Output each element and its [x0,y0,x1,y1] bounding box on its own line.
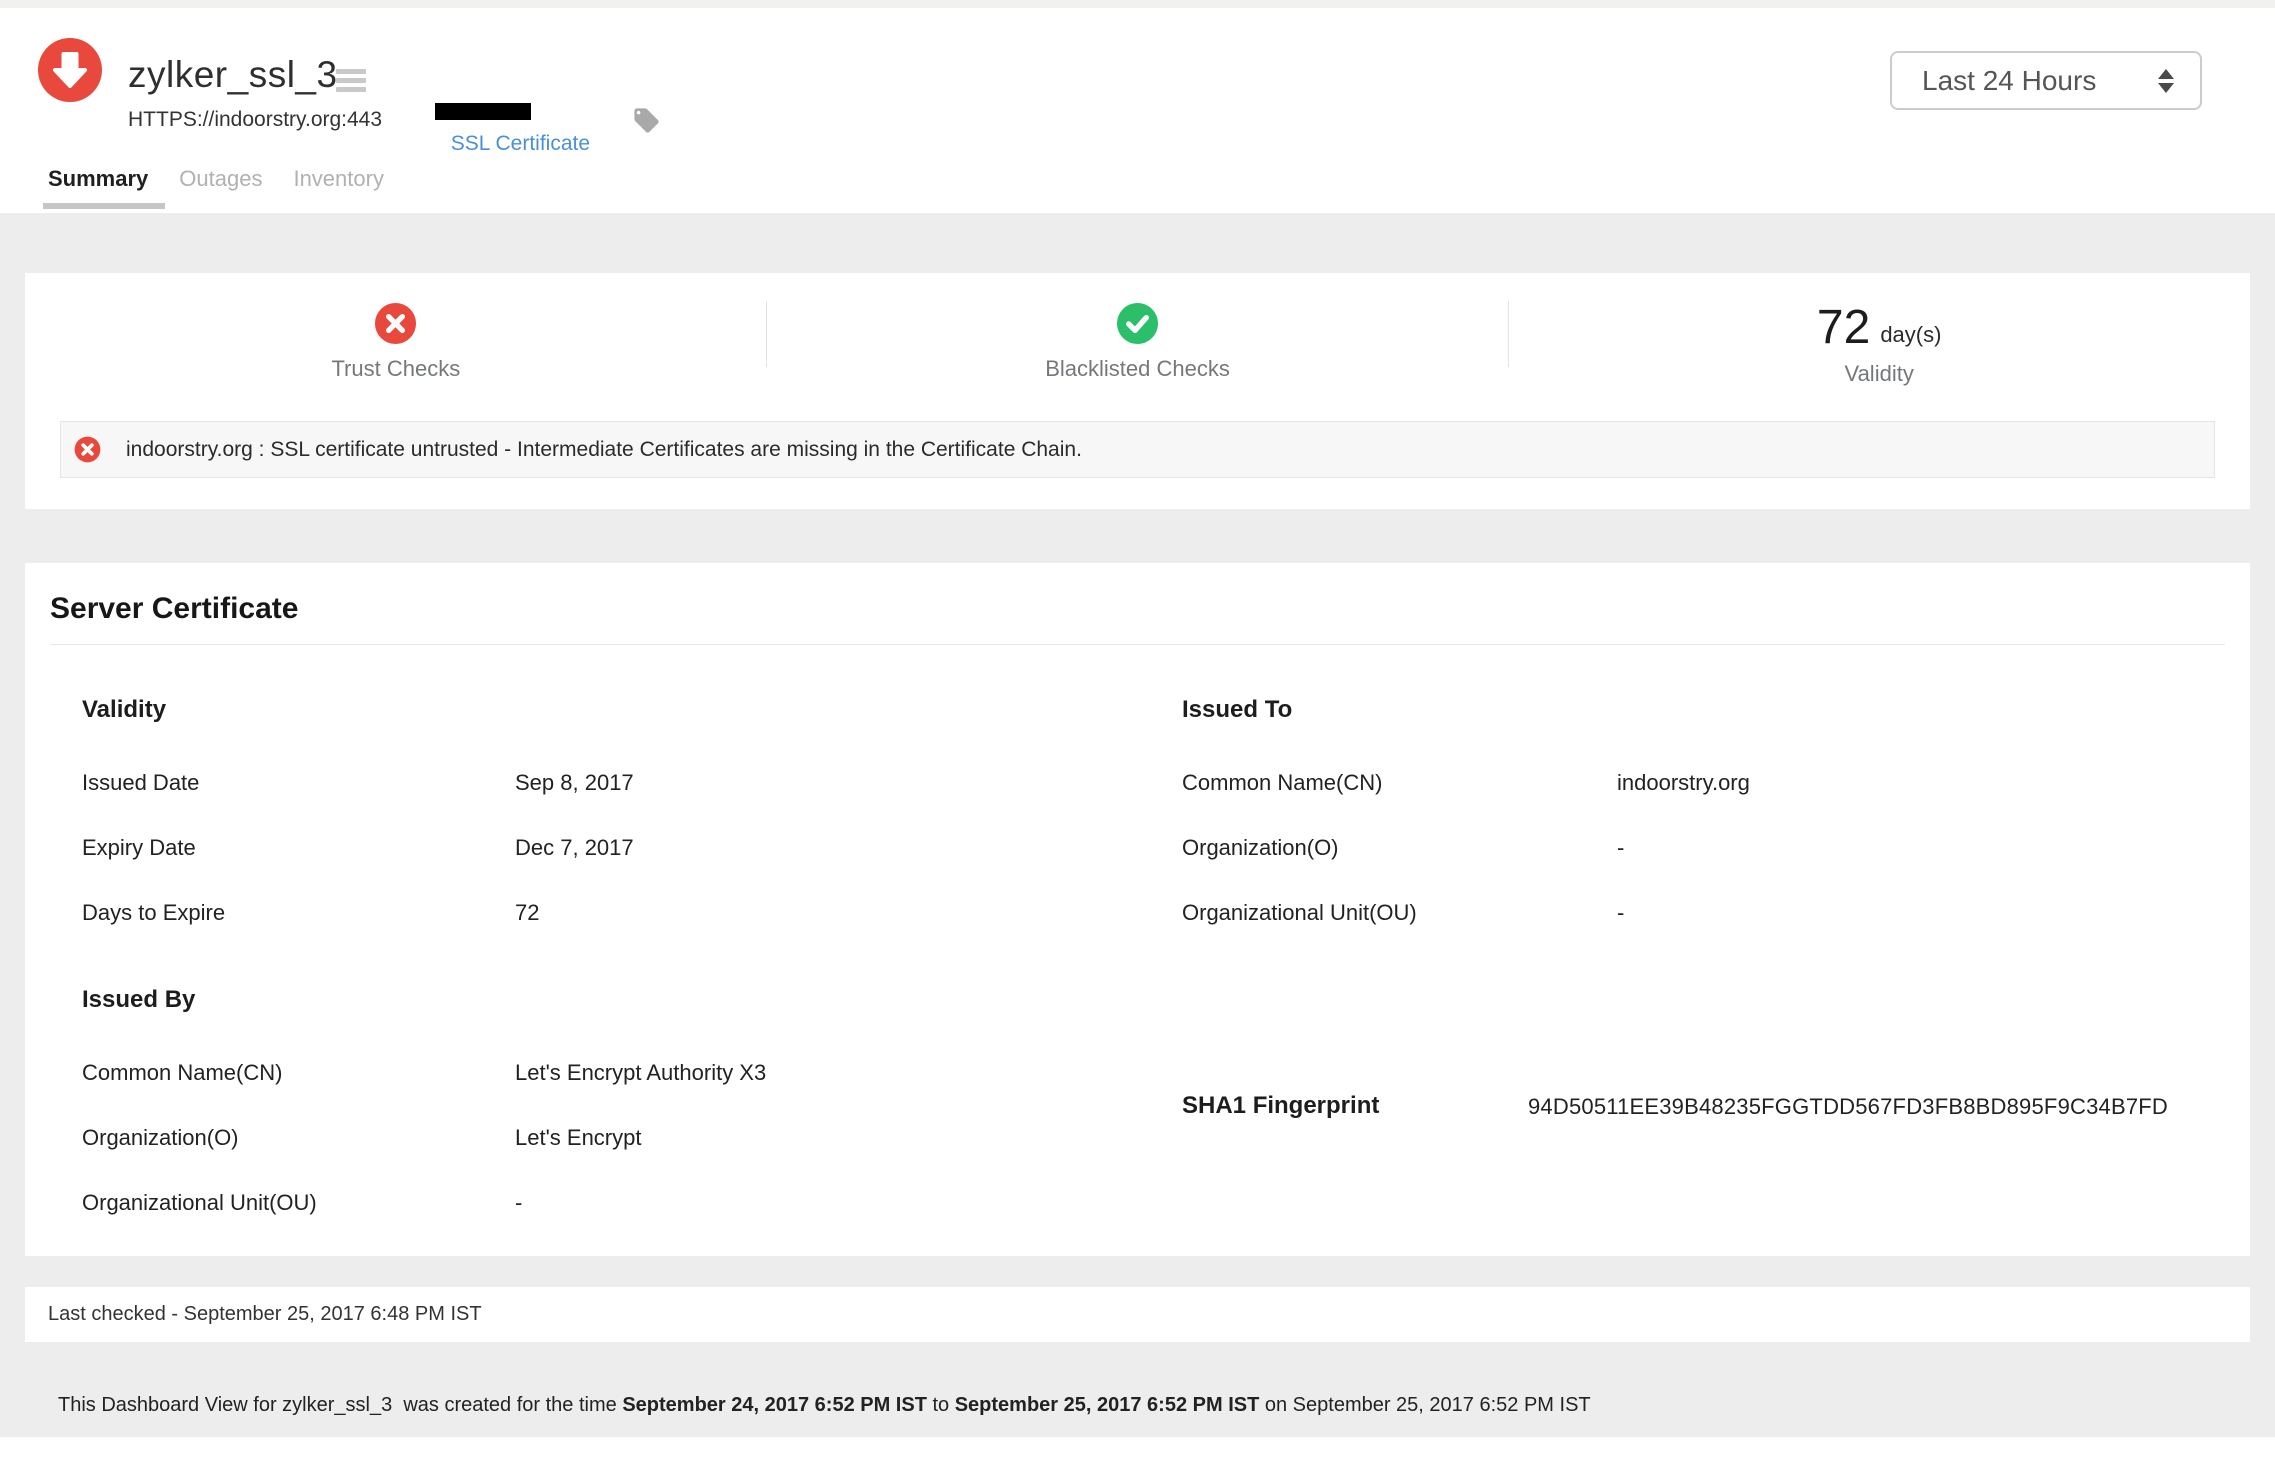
blacklisted-checks-block: Blacklisted Checks [767,273,1509,387]
tab-bar: Summary Outages Inventory [48,166,384,192]
time-range-value: Last 24 Hours [1922,64,2097,96]
sha1-fingerprint-row: SHA1 Fingerprint 94D50511EE39B48235FGGTD… [1182,1092,2168,1120]
column-divider [766,301,767,367]
sha1-value: 94D50511EE39B48235FGGTDD567FD3FB8BD895F9… [1528,1094,2168,1119]
validity-section-title: Validity [82,696,167,723]
monitor-type-link[interactable]: SSL Certificate [404,103,590,204]
trust-checks-label: Trust Checks [331,356,461,381]
status-overview-card: Trust Checks Blacklisted Checks 72 day(s… [25,273,2250,509]
cert-row-expiry-date: Expiry Date Dec 7, 2017 [82,835,634,860]
tag-icon[interactable] [632,106,661,135]
hamburger-menu-icon[interactable] [336,69,366,96]
issued-to-section-title: Issued To [1182,696,1293,723]
validity-days: 72 day(s) [1816,301,1942,354]
alert-message: indoorstry.org : SSL certificate untrust… [126,437,1082,461]
cert-row-issuer-ou: Organizational Unit(OU) - [82,1190,523,1215]
validity-label: Validity [1844,361,1914,386]
trust-checks-block: Trust Checks [25,273,767,387]
active-tab-indicator [43,203,165,209]
cert-row-subject-o: Organization(O) - [1182,835,1625,860]
cert-row-issued-date: Issued Date Sep 8, 2017 [82,770,634,795]
validity-days-value: 72 [1816,301,1871,354]
tab-outages[interactable]: Outages [179,166,262,192]
status-columns: Trust Checks Blacklisted Checks 72 day(s… [25,273,2250,387]
monitor-down-status-icon [38,38,102,102]
main-content: Trust Checks Blacklisted Checks 72 day(s… [0,213,2275,1437]
cert-row-issuer-cn: Common Name(CN) Let's Encrypt Authority … [82,1060,767,1085]
x-circle-icon [375,302,417,345]
issued-by-section-title: Issued By [82,986,196,1013]
view-end-time: September 25, 2017 6:52 PM IST [954,1394,1260,1416]
tab-inventory[interactable]: Inventory [293,166,384,192]
monitor-url: HTTPS://indoorstry.org:443 [128,108,383,131]
ssl-untrusted-alert: indoorstry.org : SSL certificate untrust… [60,421,2215,478]
check-circle-icon [1116,302,1159,345]
monitor-header: zylker_ssl_3 HTTPS://indoorstry.org:443 … [0,8,2275,213]
divider [50,644,2225,645]
validity-days-unit: day(s) [1880,322,1942,347]
last-checked-text: Last checked - September 25, 2017 6:48 P… [48,1303,482,1325]
x-circle-icon [74,436,101,463]
view-start-time: September 24, 2017 6:52 PM IST [622,1394,927,1416]
cert-row-days-to-expire: Days to Expire 72 [82,900,540,925]
dashboard-view-note: This Dashboard View for zylker_ssl_3 was… [58,1394,1591,1416]
server-certificate-card: Server Certificate Validity Issued Date … [25,563,2250,1256]
column-divider [1508,301,1509,367]
ssl-monitor-dashboard: zylker_ssl_3 HTTPS://indoorstry.org:443 … [0,0,2275,1483]
last-checked-bar: Last checked - September 25, 2017 6:48 P… [25,1287,2250,1342]
select-arrows-icon [2158,68,2174,93]
validity-block: 72 day(s) Validity [1508,273,2250,387]
tab-summary[interactable]: Summary [48,166,148,192]
top-divider [0,0,2275,8]
blacklisted-checks-label: Blacklisted Checks [1045,356,1230,381]
cert-row-subject-cn: Common Name(CN) indoorstry.org [1182,770,1750,795]
server-certificate-title: Server Certificate [50,592,299,625]
time-range-select[interactable]: Last 24 Hours [1890,51,2202,110]
redaction-box [435,103,532,120]
cert-row-issuer-o: Organization(O) Let's Encrypt [82,1125,642,1150]
sha1-label: SHA1 Fingerprint [1182,1092,1380,1119]
monitor-name: zylker_ssl_3 [128,54,338,95]
cert-row-subject-ou: Organizational Unit(OU) - [1182,900,1625,925]
